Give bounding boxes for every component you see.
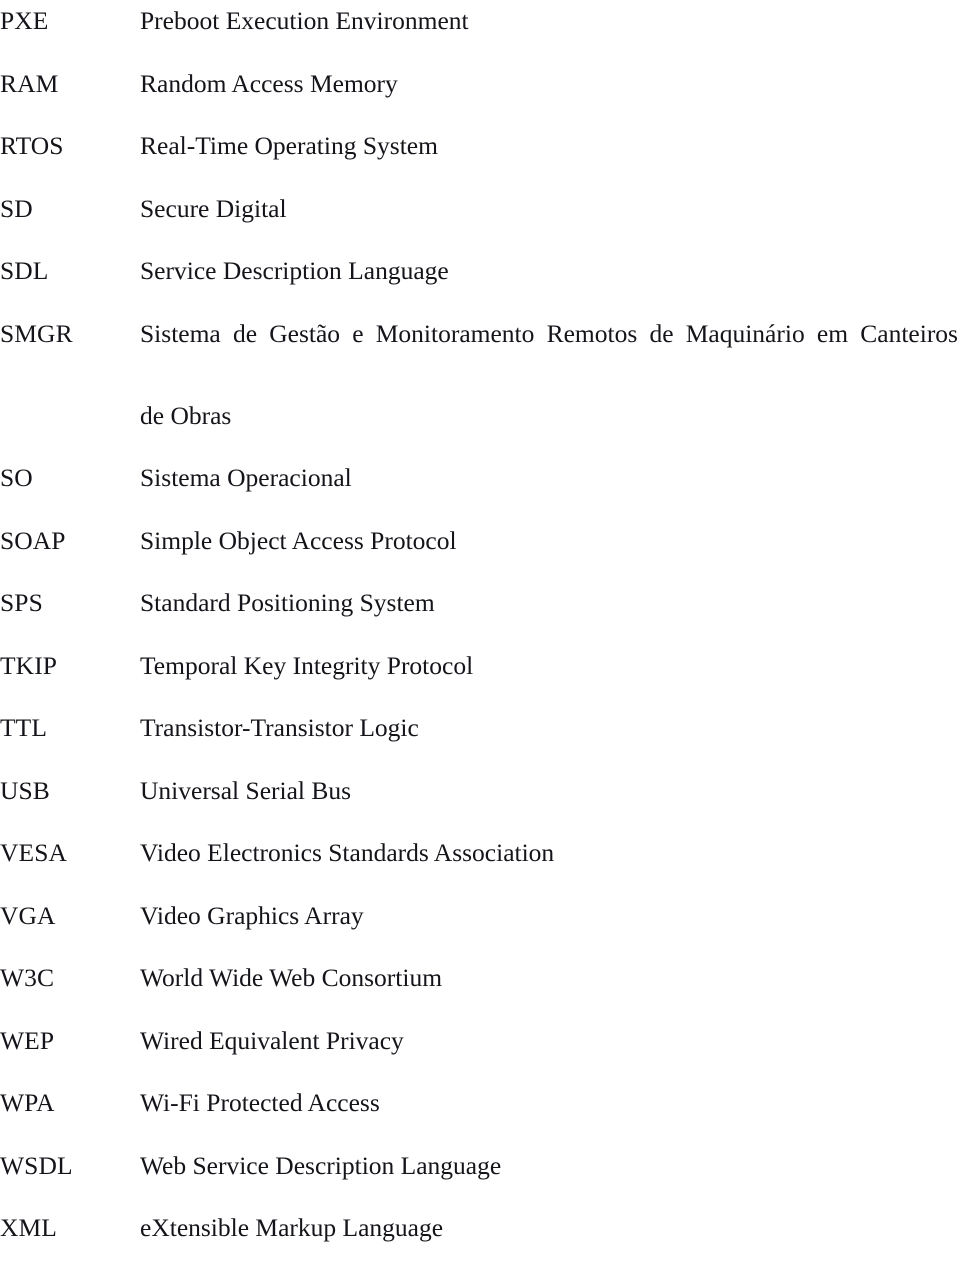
acronym-definition: Simple Object Access Protocol: [140, 520, 958, 561]
acronym-definition: Real-Time Operating System: [140, 125, 958, 166]
acronym-abbreviation: TKIP: [0, 650, 58, 680]
acronym-entry: SO Sistema Operacional: [0, 457, 960, 498]
acronym-abbreviation: SD: [0, 193, 33, 223]
acronym-entry: RTOS Real-Time Operating System: [0, 125, 960, 166]
acronym-definition: Service Description Language: [140, 250, 958, 291]
acronym-definition-line: eXtensible Markup Language: [140, 1213, 444, 1242]
acronym-entry: SPS Standard Positioning System: [0, 582, 960, 623]
acronym-definition: Transistor-Transistor Logic: [140, 707, 958, 748]
acronym-definition-line: Video Graphics Array: [140, 900, 364, 930]
acronym-abbreviation: USB: [0, 775, 50, 805]
acronym-entry: VESA Video Electronics Standards Associat…: [0, 832, 960, 873]
acronym-definition: Sistema Operacional: [140, 457, 958, 498]
acronym-entry: USB Universal Serial Bus: [0, 770, 960, 811]
acronym-definition-line: Random Access Memory: [140, 68, 398, 98]
acronym-abbreviation: SDL: [0, 256, 49, 285]
acronym-definition: Video Electronics Standards Association: [140, 832, 958, 873]
acronym-abbreviation: RAM: [0, 68, 59, 98]
acronym-definition-line: Simple Object Access Protocol: [140, 525, 457, 555]
acronym-abbreviation: W3C: [0, 963, 55, 992]
acronym-abbreviation: PXE: [0, 6, 49, 35]
acronym-abbreviation: SMGR: [0, 318, 73, 348]
acronym-abbreviation: VGA: [0, 900, 56, 930]
acronym-abbreviation: WSDL: [0, 1150, 73, 1180]
acronym-abbreviation: TTL: [0, 713, 48, 742]
acronym-entry: TTL Transistor-Transistor Logic: [0, 707, 960, 748]
acronym-definition: Standard Positioning System: [140, 582, 958, 623]
acronym-definition-line: Wired Equivalent Privacy: [140, 1025, 404, 1055]
acronym-entry: SDL Service Description Language: [0, 250, 960, 291]
acronym-abbreviation: XML: [0, 1213, 57, 1242]
acronym-entry: XML eXtensible Markup Language: [0, 1207, 960, 1248]
acronym-abbreviation: SO: [0, 463, 33, 492]
acronym-definition: World Wide Web Consortium: [140, 957, 958, 998]
acronym-abbreviation: WEP: [0, 1025, 55, 1055]
acronym-list: PXE Preboot Execution Environment RAM Rando…: [0, 0, 960, 1270]
acronym-definition-line: de Obras: [140, 400, 232, 430]
acronym-definition-line: Temporal Key Integrity Protocol: [140, 650, 474, 680]
acronym-definition: Random Access Memory: [140, 63, 958, 104]
acronym-definition-line: Sistema Operacional: [140, 463, 352, 492]
acronym-definition: Universal Serial Bus: [140, 770, 958, 811]
acronym-entry: WEP Wired Equivalent Privacy: [0, 1020, 960, 1061]
acronym-entry: RAM Random Access Memory: [0, 63, 960, 104]
acronym-definition: Sistema de Gestão e Monitoramento Remoto…: [140, 313, 958, 436]
acronym-definition-line: Standard Positioning System: [140, 588, 435, 617]
acronym-definition-line: Real-Time Operating System: [140, 131, 438, 160]
acronym-abbreviation: WPA: [0, 1088, 55, 1117]
acronym-definition: Video Graphics Array: [140, 895, 958, 936]
acronym-entry: TKIP Temporal Key Integrity Protocol: [0, 645, 960, 686]
acronym-definition-line: Web Service Description Language: [140, 1150, 502, 1180]
acronym-definition: eXtensible Markup Language: [140, 1207, 958, 1248]
acronym-entry: WPA Wi-Fi Protected Access: [0, 1082, 960, 1123]
acronym-definition-line: Secure Digital: [140, 193, 287, 223]
acronym-entry: W3C World Wide Web Consortium: [0, 957, 960, 998]
acronym-entry: PXE Preboot Execution Environment: [0, 0, 960, 41]
acronym-definition-line: Video Electronics Standards Association: [140, 838, 555, 867]
acronym-definition-line: World Wide Web Consortium: [140, 963, 443, 992]
acronym-entry: SMGR Sistema de Gestão e Monitoramento Re…: [0, 313, 960, 436]
acronym-definition: Wi-Fi Protected Access: [140, 1082, 958, 1123]
document-page: PXE Preboot Execution Environment RAM Rando…: [0, 0, 960, 1242]
acronym-abbreviation: SPS: [0, 588, 43, 617]
acronym-definition: Preboot Execution Environment: [140, 0, 958, 41]
acronym-entry: WSDL Web Service Description Language: [0, 1145, 960, 1186]
acronym-definition: Web Service Description Language: [140, 1145, 958, 1186]
acronym-entry: SD Secure Digital: [0, 188, 960, 229]
acronym-definition-line: Universal Serial Bus: [140, 775, 352, 805]
acronym-definition: Wired Equivalent Privacy: [140, 1020, 958, 1061]
acronym-abbreviation: RTOS: [0, 131, 64, 160]
acronym-definition-line: Transistor-Transistor Logic: [140, 713, 419, 742]
acronym-abbreviation: SOAP: [0, 525, 66, 555]
acronym-definition: Secure Digital: [140, 188, 958, 229]
acronym-definition-line: Service Description Language: [140, 256, 449, 285]
acronym-definition-line: Sistema de Gestão e Monitoramento Remoto…: [140, 318, 958, 348]
acronym-definition: Temporal Key Integrity Protocol: [140, 645, 958, 686]
acronym-entry: VGA Video Graphics Array: [0, 895, 960, 936]
acronym-definition-line: Preboot Execution Environment: [140, 6, 469, 35]
acronym-entry: SOAP Simple Object Access Protocol: [0, 520, 960, 561]
acronym-definition-line: Wi-Fi Protected Access: [140, 1088, 380, 1117]
acronym-abbreviation: VESA: [0, 838, 67, 867]
